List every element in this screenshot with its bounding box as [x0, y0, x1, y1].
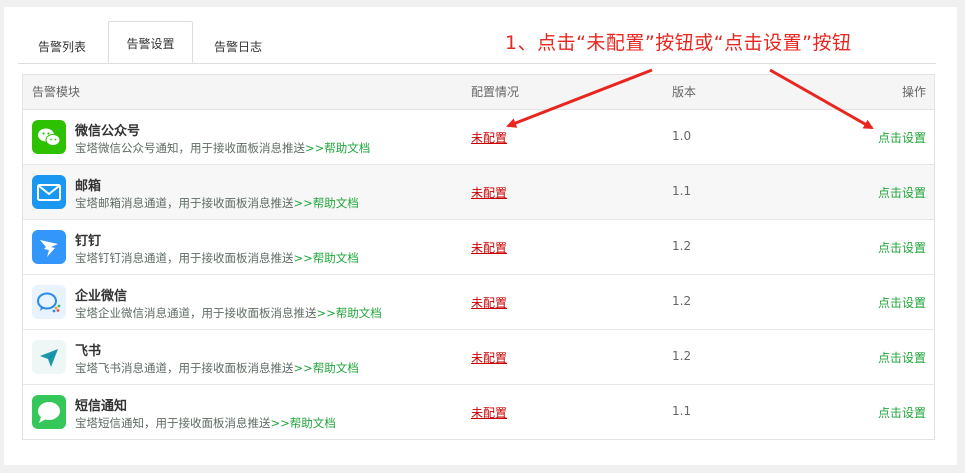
- table-row: 邮箱 宝塔邮箱消息通道，用于接收面板消息推送>>帮助文档 未配置 1.1 点击设…: [23, 165, 934, 220]
- mail-icon: [32, 175, 66, 209]
- module-description: 宝塔飞书消息通道，用于接收面板消息推送>>帮助文档: [75, 361, 359, 375]
- table-row: 短信通知 宝塔短信通知，用于接收面板消息推送>>帮助文档 未配置 1.1 点击设…: [23, 385, 934, 439]
- table-header: 告警模块 配置情况 版本 操作: [23, 75, 934, 110]
- module-version: 1.2: [672, 294, 692, 308]
- module-version: 1.1: [672, 184, 692, 198]
- module-description: 宝塔钉钉消息通道，用于接收面板消息推送>>帮助文档: [75, 251, 359, 265]
- module-name: 微信公众号: [75, 124, 141, 139]
- not-configured-link[interactable]: 未配置: [471, 239, 507, 256]
- module-name: 飞书: [75, 344, 102, 359]
- wecom-icon: [32, 285, 66, 319]
- module-name: 企业微信: [75, 289, 128, 304]
- header-version: 版本: [672, 85, 697, 99]
- setup-link[interactable]: 点击设置: [878, 404, 926, 421]
- setup-link[interactable]: 点击设置: [878, 349, 926, 366]
- header-module: 告警模块: [32, 85, 81, 99]
- module-version: 1.1: [672, 404, 692, 418]
- tab-alert-settings[interactable]: 告警设置: [108, 21, 193, 63]
- setup-link[interactable]: 点击设置: [878, 239, 926, 256]
- tab-alert-log[interactable]: 告警日志: [196, 31, 280, 63]
- help-doc-link[interactable]: >>帮助文档: [294, 196, 359, 210]
- not-configured-link[interactable]: 未配置: [471, 404, 507, 421]
- feishu-icon: [32, 340, 66, 374]
- module-name: 邮箱: [75, 179, 102, 194]
- help-doc-link[interactable]: >>帮助文档: [317, 306, 382, 320]
- table-row: 飞书 宝塔飞书消息通道，用于接收面板消息推送>>帮助文档 未配置 1.2 点击设…: [23, 330, 934, 385]
- sms-icon: [32, 395, 66, 429]
- help-doc-link[interactable]: >>帮助文档: [305, 141, 370, 155]
- module-description: 宝塔微信公众号通知，用于接收面板消息推送>>帮助文档: [75, 141, 371, 155]
- header-status: 配置情况: [471, 85, 520, 99]
- module-version: 1.2: [672, 349, 692, 363]
- setup-link[interactable]: 点击设置: [878, 129, 926, 146]
- module-description: 宝塔邮箱消息通道，用于接收面板消息推送>>帮助文档: [75, 196, 359, 210]
- module-version: 1.2: [672, 239, 692, 253]
- dingtalk-icon: [32, 230, 66, 264]
- alert-module-table: 告警模块 配置情况 版本 操作 微信公众号 宝塔微信公众号通知，用于接收面板消息…: [22, 74, 935, 440]
- header-action: 操作: [901, 85, 926, 99]
- table-row: 钉钉 宝塔钉钉消息通道，用于接收面板消息推送>>帮助文档 未配置 1.2 点击设…: [23, 220, 934, 275]
- tab-alert-list[interactable]: 告警列表: [18, 31, 106, 63]
- not-configured-link[interactable]: 未配置: [471, 129, 507, 146]
- instruction-annotation: 1、点击“未配置”按钮或“点击设置”按钮: [505, 32, 852, 54]
- not-configured-link[interactable]: 未配置: [471, 349, 507, 366]
- not-configured-link[interactable]: 未配置: [471, 184, 507, 201]
- help-doc-link[interactable]: >>帮助文档: [271, 416, 336, 430]
- help-doc-link[interactable]: >>帮助文档: [294, 361, 359, 375]
- help-doc-link[interactable]: >>帮助文档: [294, 251, 359, 265]
- not-configured-link[interactable]: 未配置: [471, 294, 507, 311]
- table-row: 企业微信 宝塔企业微信消息通道，用于接收面板消息推送>>帮助文档 未配置 1.2…: [23, 275, 934, 330]
- table-row: 微信公众号 宝塔微信公众号通知，用于接收面板消息推送>>帮助文档 未配置 1.0…: [23, 110, 934, 165]
- wechat-icon: [32, 120, 66, 154]
- module-name: 短信通知: [75, 399, 128, 414]
- setup-link[interactable]: 点击设置: [878, 184, 926, 201]
- module-name: 钉钉: [75, 234, 102, 249]
- module-description: 宝塔企业微信消息通道，用于接收面板消息推送>>帮助文档: [75, 306, 382, 320]
- setup-link[interactable]: 点击设置: [878, 294, 926, 311]
- module-description: 宝塔短信通知，用于接收面板消息推送>>帮助文档: [75, 416, 336, 430]
- module-version: 1.0: [672, 129, 692, 143]
